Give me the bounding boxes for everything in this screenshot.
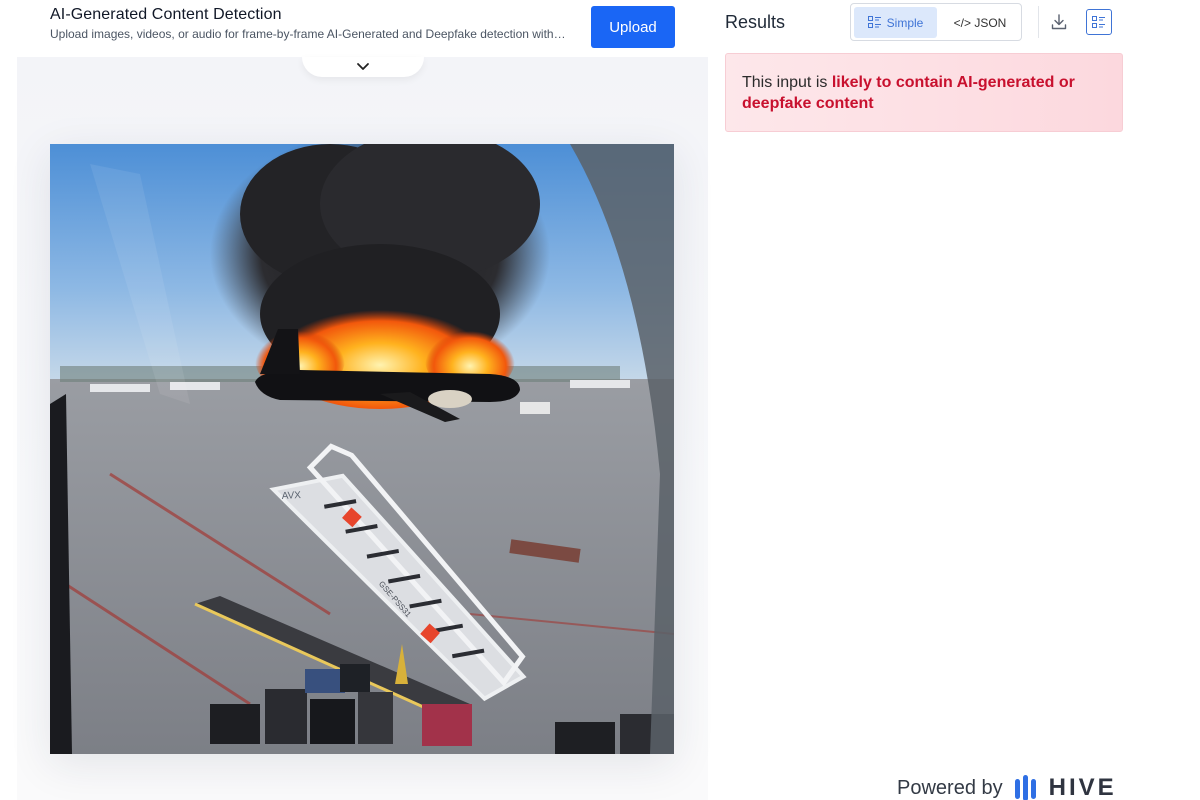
powered-by-label: Powered by	[897, 776, 1003, 799]
toolbar-divider	[1038, 6, 1039, 38]
hive-logo-icon	[1014, 775, 1036, 800]
results-title: Results	[725, 12, 786, 32]
preview-area: AVX GSE-PSS31	[17, 57, 708, 800]
json-view-label: </> JSON	[953, 15, 1007, 30]
hive-brand: HIVE	[1048, 774, 1117, 800]
stairs-logo-text: AVX	[281, 490, 301, 502]
app-page: AI-Generated Content Detection Upload im…	[0, 0, 1200, 800]
verdict-banner: This input is likely to contain AI-gener…	[725, 53, 1123, 132]
download-button[interactable]	[1046, 9, 1072, 35]
json-view-button[interactable]: </> JSON	[941, 7, 1019, 38]
input-panel: AI-Generated Content Detection Upload im…	[17, 0, 708, 800]
collapse-toggle[interactable]	[302, 57, 424, 77]
list-view-button[interactable]	[1086, 9, 1112, 35]
powered-by: Powered by HIVE	[897, 774, 1117, 800]
list-view-icon	[1092, 15, 1105, 28]
verdict-prefix: This input is	[742, 74, 832, 91]
simple-view-label: Simple	[886, 15, 924, 30]
view-toggle: Simple </> JSON	[850, 3, 1022, 41]
upload-button[interactable]: Upload	[591, 6, 675, 48]
page-title: AI-Generated Content Detection	[50, 6, 282, 23]
simple-view-button[interactable]: Simple	[854, 7, 937, 38]
list-icon	[867, 16, 881, 28]
chevron-down-icon	[357, 63, 369, 70]
download-icon	[1051, 14, 1067, 30]
page-subtitle: Upload images, videos, or audio for fram…	[50, 27, 566, 41]
uploaded-image: AVX GSE-PSS31	[50, 144, 674, 754]
input-header: AI-Generated Content Detection Upload im…	[17, 0, 708, 57]
